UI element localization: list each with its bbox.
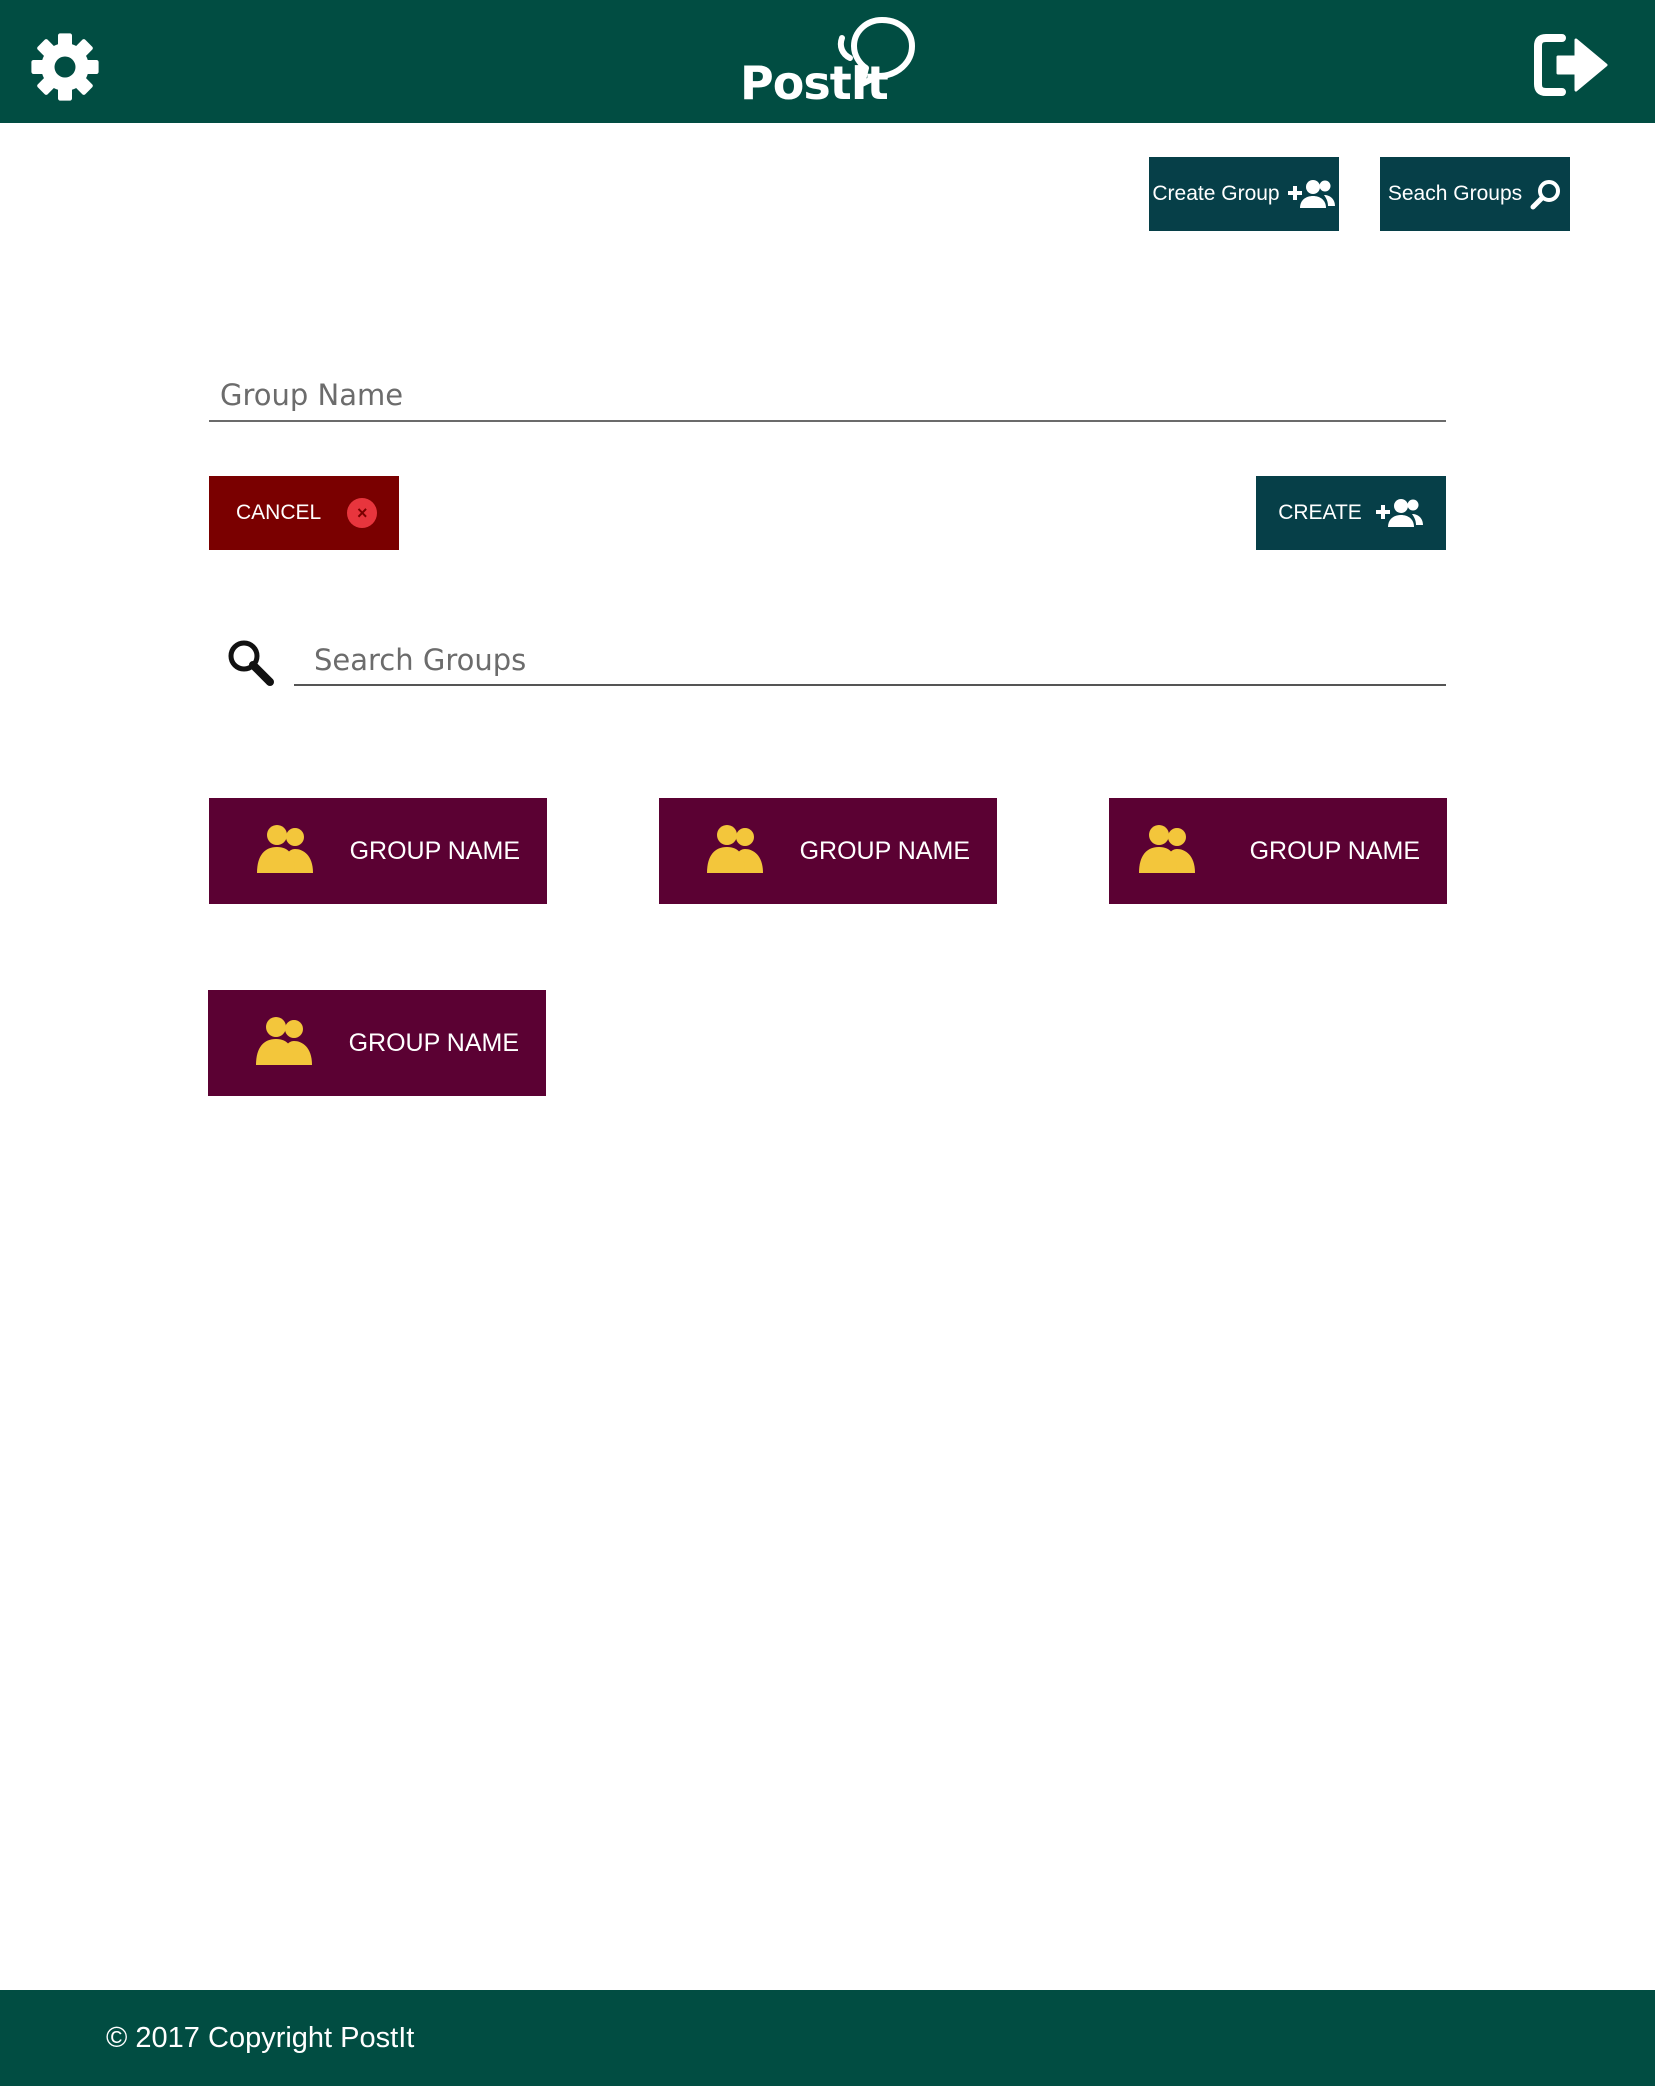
- users-icon: [257, 825, 313, 873]
- create-group-label: Create Group: [1152, 182, 1280, 205]
- group-name-label: GROUP NAME: [349, 836, 520, 865]
- app-footer: © 2017 Copyright PostIt: [0, 1990, 1655, 2086]
- group-name-label: GROUP NAME: [799, 836, 970, 865]
- create-label: CREATE: [1278, 501, 1362, 524]
- search-icon: [1530, 180, 1561, 210]
- create-group-button[interactable]: Create Group: [1149, 157, 1339, 231]
- gear-icon[interactable]: [30, 32, 100, 102]
- group-name-input[interactable]: [209, 360, 1446, 420]
- search-groups-label: Seach Groups: [1387, 182, 1523, 205]
- app-logo[interactable]: PostIt: [738, 12, 918, 112]
- search-groups-input[interactable]: [294, 626, 1446, 684]
- logo-text: PostIt: [740, 56, 889, 110]
- users-icon: [707, 825, 763, 873]
- group-card[interactable]: GROUP NAME: [208, 990, 546, 1096]
- magnifier-icon: [228, 640, 274, 686]
- group-name-label: GROUP NAME: [1249, 836, 1420, 865]
- logout-icon[interactable]: [1532, 32, 1610, 98]
- copyright-text: © 2017 Copyright PostIt: [106, 2021, 415, 2054]
- group-name-label: GROUP NAME: [348, 1028, 519, 1057]
- cancel-button[interactable]: CANCEL ×: [209, 476, 399, 550]
- add-group-icon: [1375, 499, 1423, 527]
- group-card[interactable]: GROUP NAME: [209, 798, 547, 904]
- app-header: PostIt: [0, 0, 1655, 123]
- search-groups-field: [294, 626, 1446, 686]
- cancel-label: CANCEL: [236, 501, 322, 524]
- add-group-icon: [1287, 180, 1335, 208]
- users-icon: [256, 1017, 312, 1065]
- create-button[interactable]: CREATE: [1256, 476, 1446, 550]
- search-groups-button[interactable]: Seach Groups: [1380, 157, 1570, 231]
- users-icon: [1139, 825, 1195, 873]
- group-name-field: [209, 360, 1446, 422]
- close-circle-icon: ×: [347, 498, 378, 528]
- group-card[interactable]: GROUP NAME: [659, 798, 997, 904]
- group-card[interactable]: GROUP NAME: [1109, 798, 1447, 904]
